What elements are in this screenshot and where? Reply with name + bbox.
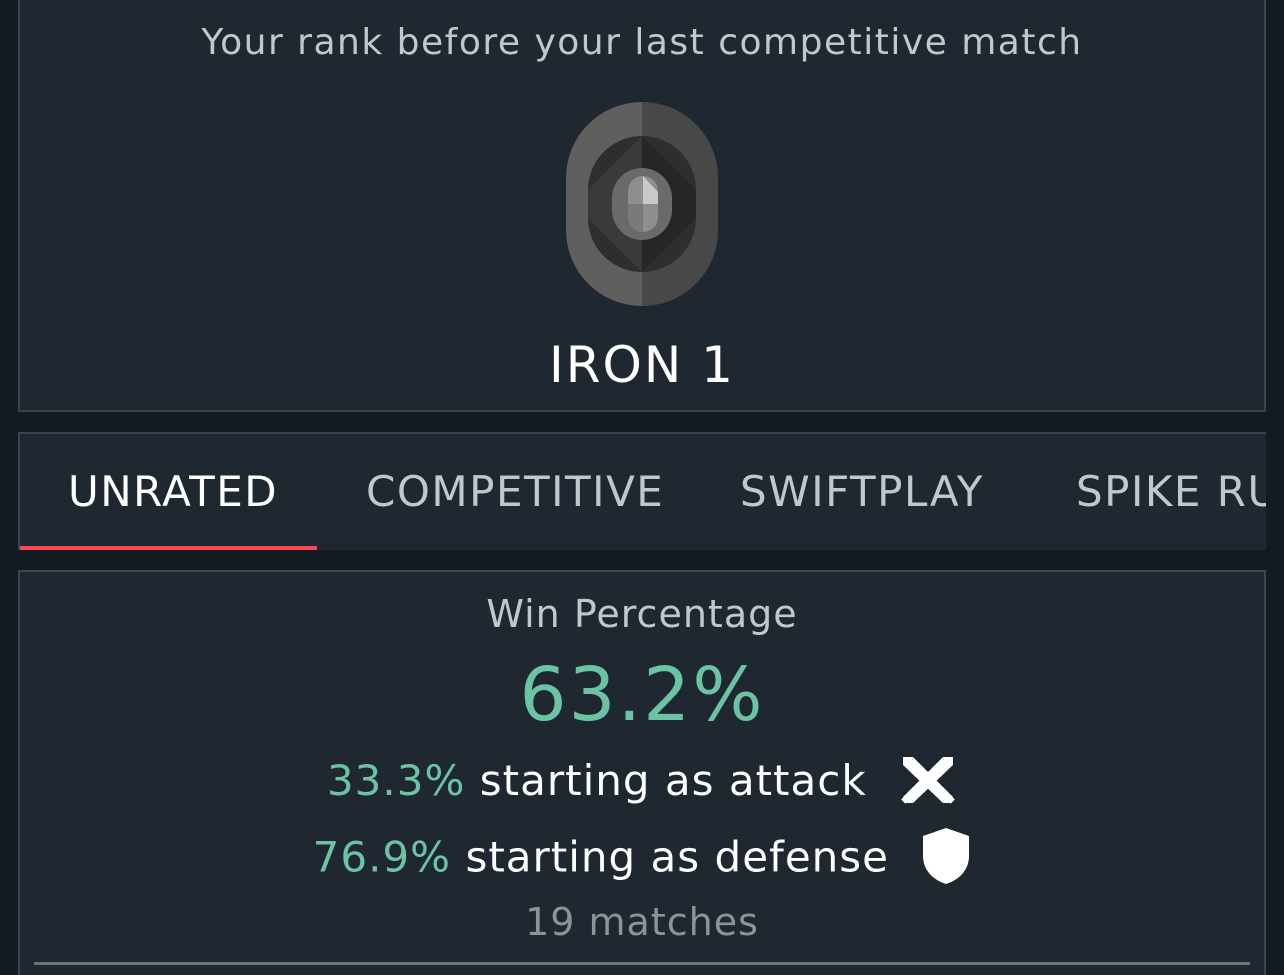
rank-card: Your rank before your last competitive m…	[18, 0, 1266, 412]
tab-spike-rush[interactable]: SPIKE RU	[1076, 434, 1266, 550]
rank-name: IRON 1	[549, 336, 735, 394]
win-percentage-card: Win Percentage 63.2% 33.3% starting as a…	[18, 570, 1266, 975]
tab-swiftplay[interactable]: SWIFTPLAY	[740, 434, 984, 550]
win-percentage-label: Win Percentage	[486, 592, 798, 636]
rank-caption: Your rank before your last competitive m…	[201, 22, 1083, 63]
attack-win-label: starting as attack	[479, 756, 867, 805]
mode-tabs: UNRATED COMPETITIVE SWIFTPLAY SPIKE RU	[18, 432, 1266, 550]
active-tab-indicator	[20, 546, 317, 550]
page: Your rank before your last competitive m…	[0, 0, 1284, 975]
shield-icon	[923, 828, 970, 884]
defense-win-row: 76.9% starting as defense	[20, 828, 1264, 890]
defense-win-label: starting as defense	[465, 832, 889, 882]
crossed-swords-icon	[901, 756, 955, 804]
match-count: 19 matches	[525, 900, 759, 944]
attack-win-row: 33.3% starting as attack	[20, 756, 1264, 811]
iron-rank-emblem-icon	[566, 102, 718, 306]
tab-competitive[interactable]: COMPETITIVE	[366, 434, 664, 550]
defense-win-percentage: 76.9%	[312, 832, 452, 882]
win-percentage-value: 63.2%	[519, 652, 765, 738]
attack-win-percentage: 33.3%	[326, 756, 466, 805]
divider	[34, 962, 1250, 965]
tab-unrated[interactable]: UNRATED	[68, 434, 278, 550]
